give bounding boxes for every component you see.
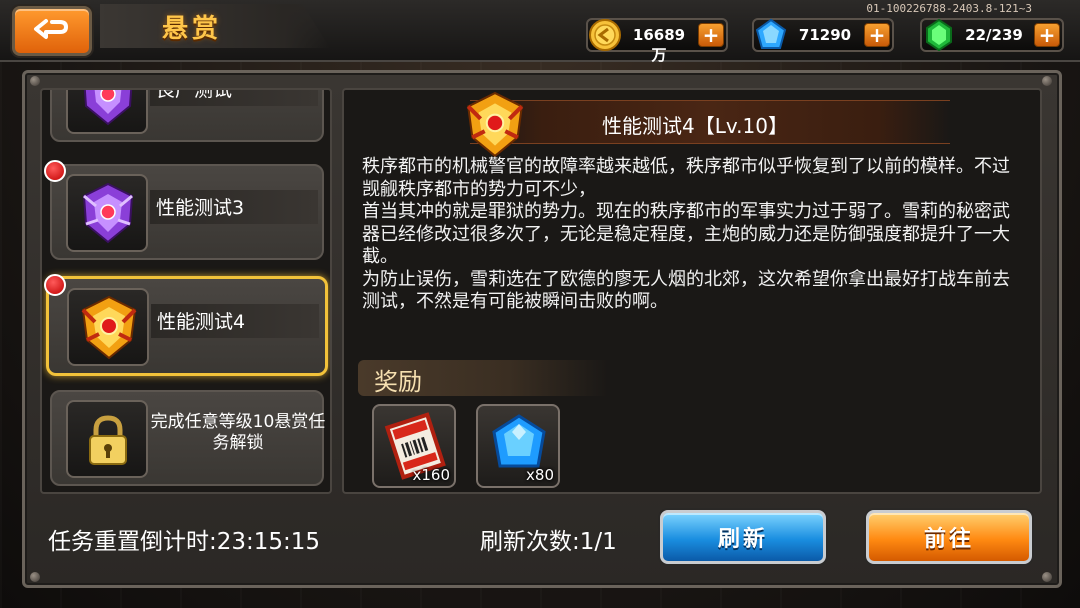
refresh-button[interactable]: 刷新 (660, 510, 826, 564)
reward-item[interactable]: x80 (476, 404, 560, 488)
notice-badge (44, 274, 66, 296)
refresh-count: 刷新次数:1/1 (480, 529, 617, 555)
purple-emblem-icon (82, 182, 134, 244)
unlock-hint: 完成任意等级10悬赏任务解锁 (150, 412, 326, 453)
reset-countdown: 任务重置倒计时:23:15:15 (48, 529, 321, 555)
page-title: 悬赏 (162, 14, 223, 44)
server-id-text: 01-100226788-2403.8-121~3 (866, 2, 1032, 15)
emblem-box (66, 90, 148, 134)
reward-item[interactable]: x160 (372, 404, 456, 488)
description-paragraph: 为防止误伤，雪莉选在了欧德的廖无人烟的北郊，这次希望你拿出最好打战车前去测试，不… (362, 268, 1010, 313)
task-description: 秩序都市的机械警官的故障率越来越低，秩序都市似乎恢复到了以前的模样。不过觊觎秩序… (362, 156, 1022, 314)
detail-title: 性能测试4【Lv.10】 (602, 114, 788, 138)
emblem-box (66, 174, 148, 252)
rivet (30, 76, 40, 86)
diamond-amount: 71290 (798, 26, 852, 44)
emblem-box (67, 288, 149, 366)
emblem-box (66, 400, 148, 478)
gold-resource: 16689万 + (586, 18, 728, 64)
energy-amount: 22/239 (965, 26, 1023, 44)
add-gold-button[interactable]: + (698, 23, 724, 47)
task-list[interactable]: 良产测试 性能测试3 性能测试4 完成任意等级10悬赏任务解锁 (40, 88, 332, 494)
purple-emblem-icon (83, 90, 133, 126)
task-label: 性能测试4 (157, 311, 246, 333)
task-card-locked[interactable]: 完成任意等级10悬赏任务解锁 (50, 390, 325, 486)
blue-diamond-icon (755, 18, 787, 49)
rivet (1042, 76, 1052, 86)
reward-quantity: x160 (412, 466, 450, 484)
gold-amount: 16689万 (632, 26, 686, 64)
task-card-test3[interactable]: 性能测试3 (50, 164, 324, 260)
add-diamond-button[interactable]: + (864, 23, 890, 47)
rivet (1042, 572, 1052, 582)
lock-icon (89, 415, 127, 465)
gold-emblem-icon (81, 295, 137, 360)
add-energy-button[interactable]: + (1034, 23, 1060, 47)
energy-resource: 22/239 + (920, 18, 1064, 52)
go-button[interactable]: 前往 (866, 510, 1032, 564)
green-energy-icon (926, 18, 952, 52)
rivet (30, 572, 40, 582)
description-paragraph: 首当其冲的就是罪狱的势力。现在的秩序都市的军事实力过于弱了。雪莉的秘密武器已经修… (362, 201, 1010, 267)
task-label: 良产测试 (156, 88, 233, 101)
task-label: 性能测试3 (156, 197, 245, 219)
task-card-partial[interactable]: 良产测试 (50, 88, 324, 142)
description-paragraph: 秩序都市的机械警官的故障率越来越低，秩序都市似乎恢复到了以前的模样。不过觊觎秩序… (362, 156, 1010, 200)
gold-emblem-icon (466, 91, 524, 158)
notice-badge (44, 160, 66, 182)
diamond-resource: 71290 + (752, 18, 894, 52)
gold-coin-icon (589, 19, 621, 51)
back-arrow-icon (34, 19, 68, 39)
reward-quantity: x80 (526, 466, 554, 484)
task-card-test4[interactable]: 性能测试4 (46, 276, 328, 376)
reward-title: 奖励 (374, 368, 422, 396)
back-button[interactable] (12, 6, 92, 56)
